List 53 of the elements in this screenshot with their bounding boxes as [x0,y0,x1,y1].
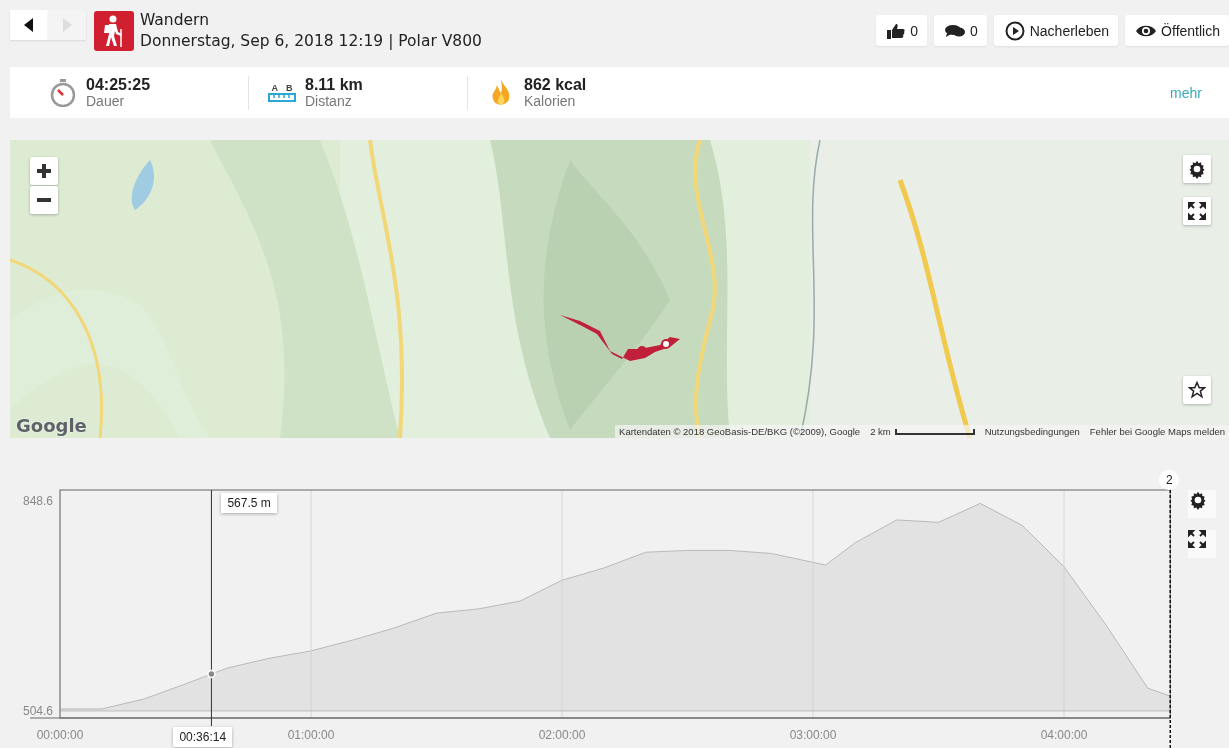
like-button[interactable]: 0 [876,15,927,46]
minus-icon [37,198,51,202]
gear-icon [1188,490,1208,510]
stat-label: Dauer [86,94,126,109]
star-icon [1188,381,1206,399]
back-arrow-icon [24,18,34,32]
gear-icon [1187,159,1207,179]
x-axis-label: 00:00:00 [36,728,84,742]
activity-subtitle: Donnerstag, Sep 6, 2018 12:19 | Polar V800 [140,31,482,52]
x-axis-label: 02:00:00 [538,728,586,742]
settings-button[interactable] [1183,155,1211,183]
marker-badge: 2 [1159,470,1180,490]
comment-button[interactable]: 0 [933,15,987,46]
visibility-button[interactable]: Öffentlich [1125,15,1229,46]
stat-label: Distanz [305,94,353,109]
expand-icon [1188,530,1206,548]
time-tooltip: 00:36:14 [173,727,233,747]
chart-settings-button[interactable] [1188,490,1216,518]
map-attribution: Kartendaten © 2018 GeoBasis-DE/BKG (©2009), Google [619,426,861,437]
play-circle-icon [1004,20,1025,41]
map-logo: Google [16,415,87,436]
expand-icon [1188,202,1206,220]
plus-icon [37,164,51,178]
x-axis-label: 01:00:00 [287,728,335,742]
thumbs-up-icon [887,22,906,39]
stopwatch-icon [50,78,76,107]
point-label: A [271,83,278,93]
point-label: B [286,83,293,93]
x-axis-label: 03:00:00 [789,728,837,742]
stat-value: 862 kcal [524,76,587,94]
y-axis-label: 504.6 [22,703,53,718]
value-tooltip: 567.5 m [221,493,277,513]
ruler-icon [268,93,296,102]
x-axis-label: 04:00:00 [1040,728,1088,742]
stat-label: Kalorien [524,94,577,109]
stat-value: 04:25:25 [86,76,151,94]
stat-value: 8.11 km [305,76,363,94]
cursor-point [207,669,216,679]
replay-button[interactable]: Nacherleben [993,15,1119,46]
zoom-out-button[interactable] [30,186,58,214]
fullscreen-button[interactable] [1183,197,1211,225]
terms-link[interactable]: Nutzungsbedingungen [984,426,1080,437]
speech-bubbles-icon [944,23,965,38]
report-link[interactable]: Fehler bei Google Maps melden [1089,426,1225,437]
back-button[interactable] [10,10,48,40]
scale-label: 2 km [870,426,891,437]
favorite-button[interactable] [1183,376,1211,404]
flame-icon [491,78,511,107]
zoom-in-button[interactable] [30,157,58,185]
chart-fullscreen-button[interactable] [1188,530,1216,558]
activity-title: Wandern [140,10,210,31]
eye-icon [1136,23,1157,38]
y-axis-label: 848.6 [22,494,53,509]
